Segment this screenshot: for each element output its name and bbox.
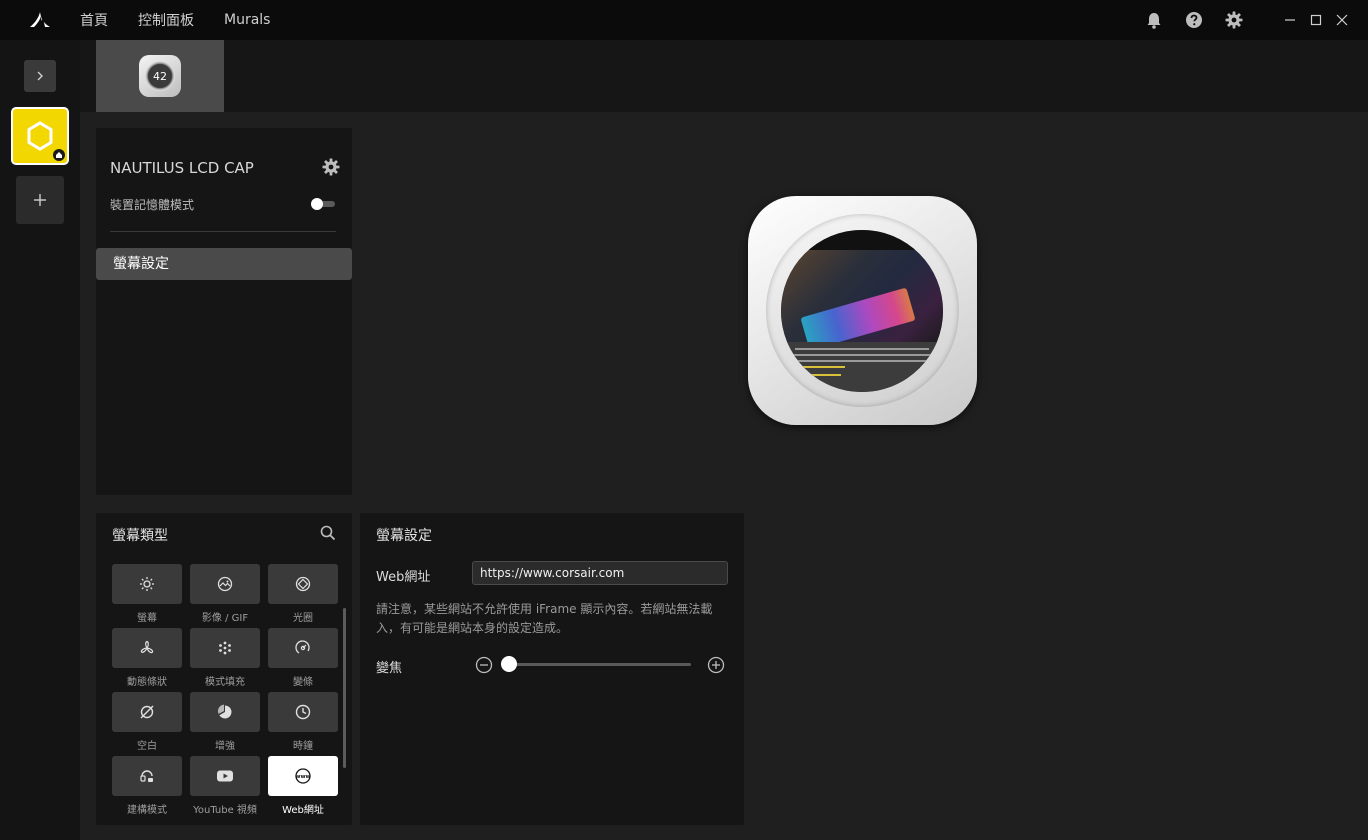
preview-ring xyxy=(766,214,959,407)
screen-type-label: Web網址 xyxy=(282,805,324,816)
home-icon xyxy=(53,149,65,161)
zoom-slider-track xyxy=(501,663,691,666)
screen-type-web-url[interactable]: www xyxy=(268,756,338,796)
screen-type-enhanced[interactable] xyxy=(190,692,260,732)
screen-type-image-gif[interactable] xyxy=(190,564,260,604)
memory-mode-label: 裝置記憶體模式 xyxy=(110,198,195,212)
divider xyxy=(110,231,336,232)
nav-dashboard[interactable]: 控制面板 xyxy=(138,10,194,30)
cap-thumb-screen: 42 xyxy=(145,61,175,91)
memory-mode-toggle[interactable] xyxy=(311,198,335,210)
screen-type-label: 時鐘 xyxy=(293,741,313,752)
web-url-label: Web網址 xyxy=(376,570,431,585)
pie-icon xyxy=(217,704,232,719)
device-strip: 42 xyxy=(80,40,1368,112)
screen-type-clock[interactable] xyxy=(268,692,338,732)
builder-icon xyxy=(140,770,153,782)
screen-settings-panel: 螢幕設定 Web網址 請注意，某些網站不允許使用 iFrame 顯示內容。若網站… xyxy=(360,513,744,825)
chevron-right-icon xyxy=(37,71,43,81)
device-panel: NAUTILUS LCD CAP 裝置記憶體模式 螢幕設定 xyxy=(96,128,352,495)
screen-type-label: 光圈 xyxy=(293,613,313,624)
menu-screen-settings[interactable]: 螢幕設定 xyxy=(96,248,352,280)
minimize-icon[interactable] xyxy=(1278,0,1302,40)
screen-type-label: 變條 xyxy=(293,677,313,688)
screen-settings-title: 螢幕設定 xyxy=(376,528,432,544)
iframe-notice: 請注意，某些網站不允許使用 iFrame 顯示內容。若網站無法載入，有可能是網站… xyxy=(376,602,713,635)
screen-type-scrollbar[interactable] xyxy=(343,608,346,768)
device-name: NAUTILUS LCD CAP xyxy=(110,159,254,177)
youtube-icon xyxy=(217,770,233,782)
nav-murals[interactable]: Murals xyxy=(224,12,270,28)
screen-type-youtube[interactable] xyxy=(190,756,260,796)
clock-icon xyxy=(295,704,311,720)
fan-icon xyxy=(140,640,154,654)
screen-type-label: 螢幕 xyxy=(137,613,157,624)
screen-type-label: 模式填充 xyxy=(205,677,245,688)
lcd-cap-preview xyxy=(748,196,977,425)
expand-rail-button[interactable] xyxy=(24,60,56,92)
help-icon[interactable] xyxy=(1174,0,1214,40)
maximize-icon[interactable] xyxy=(1304,0,1328,40)
www-icon: www xyxy=(295,768,311,784)
zoom-label: 變焦 xyxy=(376,661,403,676)
blank-icon xyxy=(140,705,154,719)
screen-type-dynamic-bars[interactable] xyxy=(112,628,182,668)
screen-type-title: 螢幕類型 xyxy=(112,528,168,544)
screen-type-blank[interactable] xyxy=(112,692,182,732)
add-device-button[interactable] xyxy=(16,176,64,224)
search-icon[interactable] xyxy=(320,525,336,545)
bell-icon[interactable] xyxy=(1134,0,1174,40)
screen-type-label: 空白 xyxy=(137,741,157,752)
web-url-input[interactable] xyxy=(472,561,728,585)
zoom-out-icon[interactable] xyxy=(475,656,493,678)
close-icon[interactable] xyxy=(1330,0,1354,40)
lcd-cap-thumbnail: 42 xyxy=(139,55,181,97)
screen-type-pattern-fill[interactable] xyxy=(190,628,260,668)
image-icon xyxy=(217,576,233,592)
title-bar: 首頁 控制面板 Murals xyxy=(0,0,1368,40)
screen-type-label: 動態條狀 xyxy=(127,677,167,688)
corsair-logo-icon[interactable] xyxy=(0,0,80,40)
device-tab-lcd-cap[interactable]: 42 xyxy=(96,40,224,112)
screen-type-label: YouTube 視頻 xyxy=(193,805,257,816)
screen-type-aperture[interactable] xyxy=(268,564,338,604)
gear-icon[interactable] xyxy=(1214,0,1254,40)
nav-home[interactable]: 首頁 xyxy=(80,10,108,30)
device-rail xyxy=(0,40,80,840)
screen-type-label: 影像 / GIF xyxy=(201,613,249,624)
sun-icon xyxy=(140,577,154,591)
device-home-tile[interactable] xyxy=(11,107,69,165)
preview-screen xyxy=(781,230,943,392)
pattern-icon xyxy=(219,641,231,655)
screen-type-builder[interactable] xyxy=(112,756,182,796)
aperture-icon xyxy=(295,576,311,592)
svg-text:www: www xyxy=(295,774,310,780)
screen-type-gauge[interactable] xyxy=(268,628,338,668)
plus-icon xyxy=(34,194,46,206)
screen-type-panel: 螢幕類型 螢幕 影像 / GIF 光圈 動態條狀 模式填充 變條 空白 增強 時… xyxy=(96,513,352,825)
zoom-in-icon[interactable] xyxy=(707,656,725,678)
device-settings-gear-icon[interactable] xyxy=(322,158,340,180)
screen-type-label: 建構模式 xyxy=(127,805,167,816)
gauge-icon xyxy=(295,640,310,654)
zoom-slider[interactable] xyxy=(501,656,691,672)
zoom-slider-thumb[interactable] xyxy=(501,656,517,672)
screen-type-screen[interactable] xyxy=(112,564,182,604)
hexagon-icon xyxy=(27,121,53,151)
app-window: 首頁 控制面板 Murals 42 NAUTILUS LCD CAP 裝置記憶體… xyxy=(0,0,1368,840)
screen-type-label: 增強 xyxy=(215,741,235,752)
